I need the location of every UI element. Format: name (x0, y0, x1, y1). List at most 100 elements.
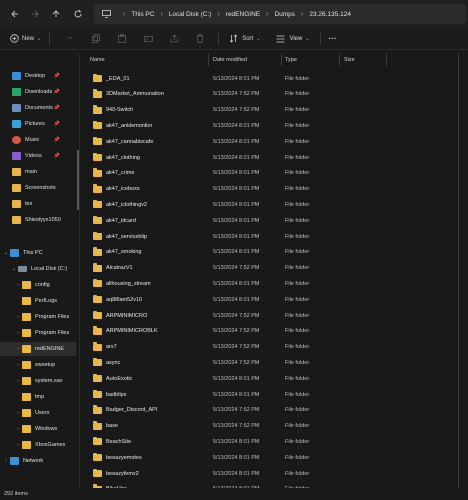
sidebar-item-system-sav[interactable]: › system.sav (0, 374, 76, 388)
rename-button[interactable] (138, 30, 158, 48)
file-row[interactable]: base 5/13/2024 7:52 PM File folder (81, 419, 468, 434)
chevron-right-icon[interactable]: › (14, 378, 22, 384)
sidebar-item-screenshots[interactable]: Screenshots (0, 181, 76, 195)
file-row[interactable]: aq88lam52v10 5/13/2024 8:01 PM File folder (81, 292, 468, 307)
breadcrumb-ip-folder[interactable]: 23.26.135.124 (309, 11, 351, 18)
sidebar-item-tmp[interactable]: tmp (0, 390, 76, 404)
breadcrumb-this-pc[interactable]: This PC (131, 11, 154, 18)
file-row[interactable]: 940-Switch 5/13/2024 7:52 PM File folder (81, 103, 468, 118)
file-row[interactable]: beeazyemotes 5/13/2024 8:01 PM File folder (81, 450, 468, 465)
forward-button[interactable] (24, 3, 46, 25)
paste-button[interactable] (112, 30, 132, 48)
file-row[interactable]: ak47_iceboxs 5/13/2024 8:01 PM File folder (81, 182, 468, 197)
sidebar-item-main[interactable]: main (0, 165, 76, 179)
sidebar-item-redengine[interactable]: › redENGINE (0, 342, 76, 356)
column-header-size[interactable]: Size (344, 54, 384, 66)
sidebar-item-label: swsetup (35, 362, 56, 368)
file-row[interactable]: ARPMINIMICRO 5/13/2024 7:52 PM File folder (81, 308, 468, 323)
breadcrumb-dumps[interactable]: Dumps (274, 11, 295, 18)
file-name-cell: ak47_smoking (93, 247, 141, 256)
sidebar-item-swsetup[interactable]: › swsetup (0, 358, 76, 372)
file-row[interactable]: ak47_idcard 5/13/2024 8:01 PM File folder (81, 213, 468, 228)
chevron-right-icon[interactable]: › (14, 346, 22, 352)
file-row[interactable]: beeazyfemv2 5/13/2024 8:01 PM File folder (81, 466, 468, 481)
chevron-down-icon[interactable]: ⌄ (2, 250, 10, 256)
chevron-right-icon[interactable]: › (14, 426, 22, 432)
sidebar-item-program-files[interactable]: › Program Files (0, 310, 76, 324)
sidebar-item-tex[interactable]: tex (0, 197, 76, 211)
file-row[interactable]: ars7 5/13/2024 7:52 PM File folder (81, 340, 468, 355)
chevron-right-icon[interactable]: › (14, 330, 22, 336)
file-row[interactable]: _EDA_01 5/13/2024 8:01 PM File folder (81, 71, 468, 86)
copy-button[interactable] (86, 30, 106, 48)
sidebar-item-xboxgames[interactable]: › XboxGames (0, 438, 76, 452)
column-header-date[interactable]: Date modified (213, 54, 281, 66)
chevron-down-icon[interactable]: ⌄ (10, 266, 18, 272)
chevron-right-icon[interactable]: › (14, 442, 22, 448)
file-row[interactable]: ak47_smoking 5/13/2024 8:01 PM File folder (81, 245, 468, 260)
sidebar-item-label: Pictures (25, 121, 45, 127)
cut-button[interactable]: ✂ (60, 30, 80, 48)
sidebar-item-videos[interactable]: Videos 📌 (0, 149, 76, 163)
file-row[interactable]: async 5/13/2024 7:52 PM File folder (81, 355, 468, 370)
sidebar-item-local-disk[interactable]: ⌄ Local Disk (C:) (0, 262, 76, 276)
chevron-right-icon[interactable]: › (14, 282, 22, 288)
file-row[interactable]: ak47_clothing 5/13/2024 8:01 PM File folde… (81, 150, 468, 165)
back-button[interactable] (4, 3, 26, 25)
sidebar-item-downloads[interactable]: Downloads 📌 (0, 85, 76, 99)
file-row[interactable]: ARPMINIMICROBLK 5/13/2024 7:52 PM File fol… (81, 324, 468, 339)
file-row[interactable]: allhousing_stream 5/13/2024 8:01 PM File f… (81, 276, 468, 291)
breadcrumb-local-disk[interactable]: Local Disk (C:) (169, 11, 212, 18)
sidebar-item-config[interactable]: › config (0, 278, 76, 292)
file-row[interactable]: 3DMarket_Ammunation 5/13/2024 7:52 PM File… (81, 87, 468, 102)
up-button[interactable] (45, 3, 67, 25)
new-button[interactable]: New ⌄ (4, 30, 45, 48)
sort-button[interactable]: Sort ⌄ (223, 30, 264, 48)
file-name-cell: AlcatrazV1 (93, 263, 133, 272)
file-name-cell: ars7 (93, 342, 117, 351)
file-row[interactable]: ak47_iclothingv2 5/13/2024 8:01 PM File fo… (81, 197, 468, 212)
more-options-button[interactable]: ··· (325, 30, 341, 48)
sidebar-item-desktop[interactable]: Desktop 📌 (0, 69, 76, 83)
file-row[interactable]: AutoExotic 5/13/2024 8:01 PM File folder (81, 371, 468, 386)
sidebar-item-network[interactable]: › Network (0, 454, 76, 468)
column-divider[interactable] (281, 54, 282, 66)
sidebar-item-music[interactable]: Music 📌 (0, 133, 76, 147)
address-bar[interactable]: › This PC › Local Disk (C:) › redENGINE … (94, 4, 466, 24)
file-row[interactable]: BeachSite 5/13/2024 8:01 PM File folder (81, 434, 468, 449)
sidebar-item-documents[interactable]: Documents 📌 (0, 101, 76, 115)
breadcrumb-redengine[interactable]: redENGINE (226, 11, 260, 18)
file-row[interactable]: ak47_cannabiscafe 5/13/2024 8:01 PM File f… (81, 134, 468, 149)
file-row[interactable]: ak47_anklemonitor 5/13/2024 8:01 PM File f… (81, 118, 468, 133)
column-header-date-label: Date modified (213, 57, 247, 63)
column-divider[interactable] (339, 54, 340, 66)
file-type: File folder (285, 122, 310, 129)
column-divider[interactable] (208, 54, 209, 66)
sidebar-item-shiestyys1050[interactable]: Shiestyys1050 (0, 213, 76, 227)
refresh-button[interactable] (67, 3, 89, 25)
sidebar-item-users[interactable]: › Users (0, 406, 76, 420)
sidebar-item-this-pc[interactable]: ⌄ This PC (0, 246, 76, 260)
file-row[interactable]: AlcatrazV1 5/13/2024 7:52 PM File folder (81, 261, 468, 276)
view-button[interactable]: View ⌄ (270, 30, 313, 48)
chevron-right-icon[interactable]: › (2, 458, 10, 464)
sidebar-item-perflogs[interactable]: PerfLogs (0, 294, 76, 308)
sort-label: Sort (242, 35, 254, 42)
sidebar-item-label: PerfLogs (35, 298, 58, 304)
chevron-right-icon[interactable]: › (14, 410, 22, 416)
chevron-right-icon[interactable]: › (14, 362, 22, 368)
chevron-right-icon[interactable]: › (14, 314, 22, 320)
share-button[interactable] (164, 30, 184, 48)
file-row[interactable]: ak47_crime 5/13/2024 8:01 PM File folder (81, 166, 468, 181)
sidebar-item-program-files-x86[interactable]: › Program Files (0, 326, 76, 340)
column-divider[interactable] (386, 54, 387, 66)
column-header-type[interactable]: Type (285, 54, 339, 66)
file-row[interactable]: ak47_serviceblip 5/13/2024 8:01 PM File fo… (81, 229, 468, 244)
sidebar-scrollbar[interactable] (77, 150, 79, 210)
file-row[interactable]: badblips 5/13/2024 8:01 PM File folder (81, 387, 468, 402)
column-header-name[interactable]: Name (90, 54, 208, 66)
sidebar-item-windows[interactable]: › Windows (0, 422, 76, 436)
delete-button[interactable] (190, 30, 210, 48)
sidebar-item-pictures[interactable]: Pictures 📌 (0, 117, 76, 131)
file-row[interactable]: Badger_Discord_API 5/13/2024 7:52 PM File … (81, 403, 468, 418)
